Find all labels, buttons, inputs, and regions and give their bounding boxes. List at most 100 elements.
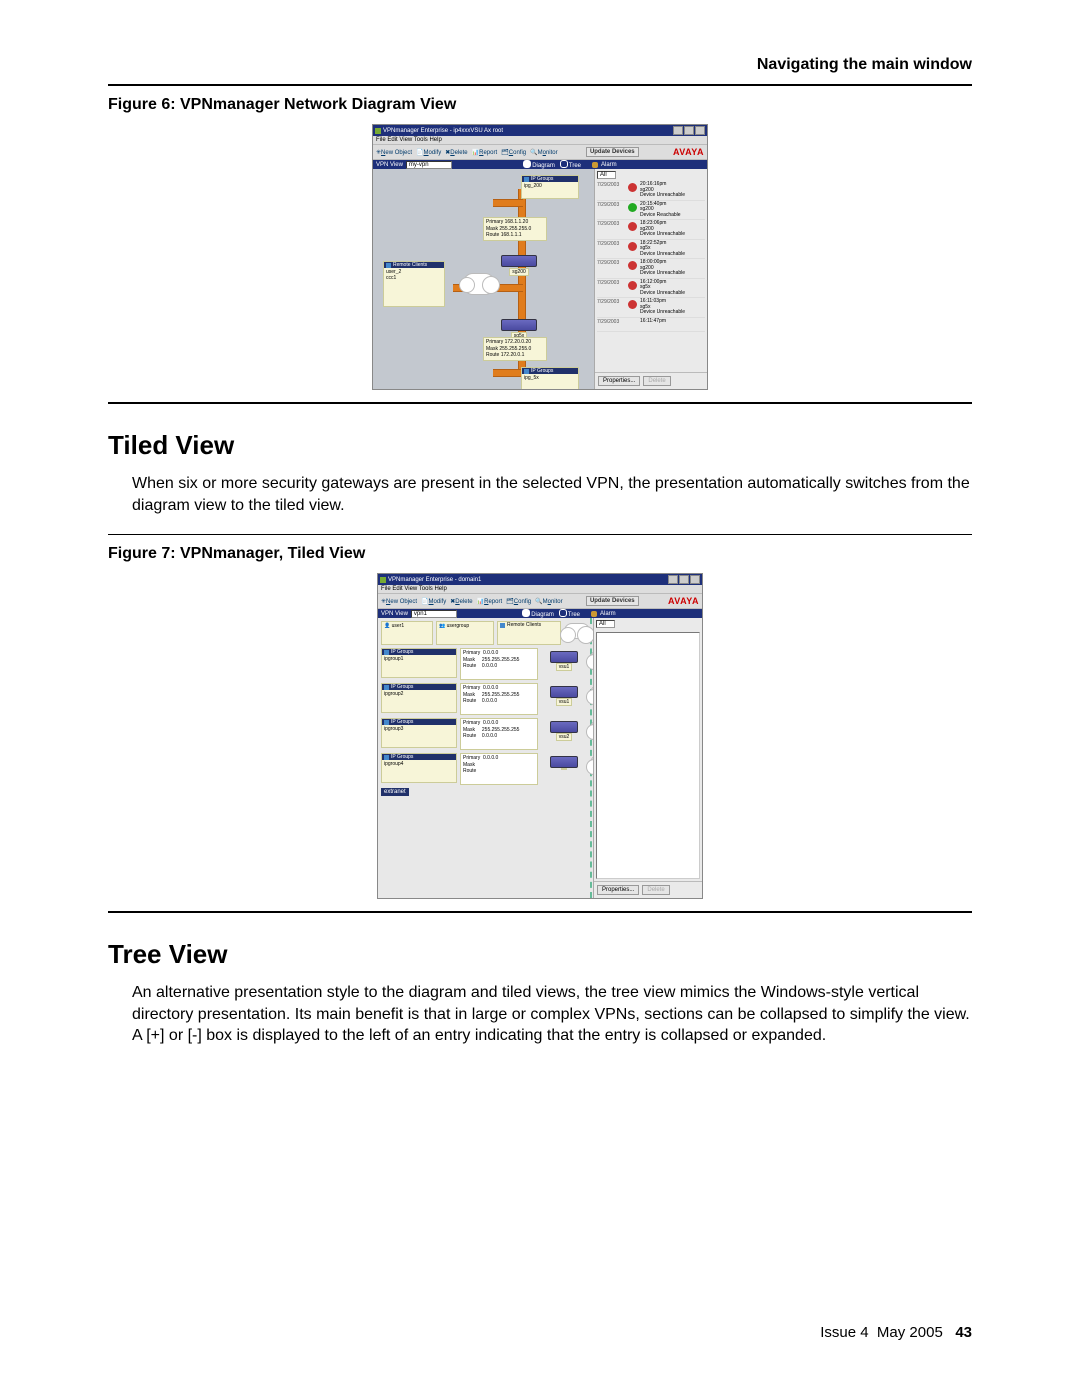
page-footer: Issue 4 May 2005 43 — [820, 1324, 972, 1341]
window-buttons[interactable] — [668, 575, 700, 584]
device-tile[interactable] — [541, 756, 587, 770]
alarm-delete-button: Delete — [643, 376, 670, 386]
properties-button[interactable]: Properties... — [597, 885, 639, 895]
modify-button[interactable]: 📄Modify — [421, 598, 446, 605]
diagram-radio[interactable]: Diagram — [522, 160, 555, 169]
alarm-filter[interactable]: All — [596, 620, 615, 628]
ip-group-details: Primary 0.0.0.0Mask Route — [460, 753, 538, 785]
device-tile[interactable]: vsu1 — [541, 686, 587, 706]
tile-row: IP Groupsipgroup2 Primary 0.0.0.0Mask 25… — [381, 683, 593, 715]
rule — [108, 911, 972, 913]
window-title: VPNmanager Enterprise - ip4xxxVSU Ax roo… — [383, 128, 503, 134]
usergroup-tile[interactable]: 👥 usergroup — [436, 621, 494, 645]
alarm-item[interactable]: 7/29/200318:22:52pmsg5xDevice Unreachabl… — [597, 240, 705, 260]
device-sg200[interactable]: sg200 — [501, 255, 537, 276]
config-button[interactable]: 🗂Config — [501, 149, 526, 156]
tiled-view-heading: Tiled View — [108, 430, 972, 461]
ip-group-tile[interactable]: IP Groupsipgroup4 — [381, 753, 457, 783]
user-tile[interactable]: 👤 user1 — [381, 621, 433, 645]
tile-row: 👤 user1 👥 usergroup Remote Clients — [381, 621, 593, 645]
rule — [108, 534, 972, 535]
report-button[interactable]: 📊Report — [477, 598, 503, 605]
device-tile[interactable]: vsu1 — [541, 651, 587, 671]
alarm-item[interactable]: 7/29/200320:16:16pmsg200Device Unreachab… — [597, 181, 705, 201]
alarm-filter[interactable]: All — [597, 171, 616, 179]
tree-radio[interactable]: Tree — [559, 160, 581, 169]
diagram-canvas[interactable]: Remote Clients user_2ccc1 Primary 168.1.… — [373, 169, 594, 389]
ip-groups-bottom[interactable]: IP Groups ipg_5x — [521, 367, 579, 389]
tree-radio[interactable]: Tree — [558, 609, 580, 618]
ip-group-tile[interactable]: IP Groupsipgroup2 — [381, 683, 457, 713]
alarm-list-empty — [596, 632, 700, 879]
app-icon — [375, 128, 381, 134]
alarm-panel: All Properties... Delete — [593, 618, 702, 898]
delete-button[interactable]: ✖Delete — [450, 598, 472, 605]
alarm-item[interactable]: 7/29/200316:11:03pmsg5xDevice Unreachabl… — [597, 298, 705, 318]
window-title: VPNmanager Enterprise - domain1 — [388, 577, 481, 583]
menu-bar[interactable]: File Edit View Tools Help — [378, 585, 702, 593]
delete-button[interactable]: ✖Delete — [445, 149, 467, 156]
diagram-radio[interactable]: Diagram — [521, 609, 554, 618]
alarm-delete-button: Delete — [642, 885, 669, 895]
window-buttons[interactable] — [673, 126, 705, 135]
avaya-logo: AVAYA — [668, 596, 699, 606]
ip-group-details: Primary 0.0.0.0Mask 255.255.255.255Route… — [460, 648, 538, 680]
alarm-item[interactable]: 7/29/200318:23:06pmsg200Device Unreachab… — [597, 220, 705, 240]
bell-icon — [591, 611, 597, 617]
cloud-icon — [590, 720, 593, 736]
ip-groups-top[interactable]: IP Groups ipg_200 — [521, 175, 579, 199]
remote-clients-panel[interactable]: Remote Clients user_2ccc1 — [383, 261, 445, 307]
update-devices-button[interactable]: Update Devices — [586, 147, 639, 157]
modify-button[interactable]: 📄Modify — [416, 149, 441, 156]
page-header: Navigating the main window — [108, 56, 972, 74]
monitor-button[interactable]: 🔍Monitor — [535, 598, 562, 605]
alarm-item[interactable]: 7/29/200316:11:47pm — [597, 318, 705, 332]
vpn-view-field[interactable]: my-vpn — [406, 161, 452, 169]
update-devices-button[interactable]: Update Devices — [586, 596, 639, 606]
cloud-icon — [590, 685, 593, 701]
cloud-icon — [590, 650, 593, 666]
figure-7-image: VPNmanager Enterprise - domain1 File Edi… — [108, 573, 972, 899]
alarm-item[interactable]: 7/29/200318:00:00pmsg200Device Unreachab… — [597, 259, 705, 279]
tile-row: IP Groupsipgroup1 Primary 0.0.0.0Mask 25… — [381, 648, 593, 680]
bell-icon — [592, 162, 598, 168]
toolbar: ✳New Object 📄Modify ✖Delete 📊Report 🗂Con… — [373, 144, 707, 160]
rule — [108, 402, 972, 404]
rule — [108, 84, 972, 86]
extranet-label: extranet — [381, 788, 409, 796]
tiled-view-paragraph: When six or more security gateways are p… — [132, 473, 972, 516]
window-titlebar: VPNmanager Enterprise - ip4xxxVSU Ax roo… — [373, 125, 707, 136]
alarm-header: Alarm — [588, 610, 702, 618]
tree-view-paragraph: An alternative presentation style to the… — [132, 982, 972, 1047]
alarm-panel: All 7/29/200320:16:16pmsg200Device Unrea… — [594, 169, 707, 389]
cloud-icon — [590, 755, 593, 771]
tree-view-heading: Tree View — [108, 939, 972, 970]
device-details-bottom: Primary 172.20.0.20Mask 255.255.255.0Rou… — [483, 337, 547, 361]
toolbar: ✳New Object 📄Modify ✖Delete 📊Report 🗂Con… — [378, 593, 702, 609]
menu-bar[interactable]: File Edit View Tools Help — [373, 136, 707, 144]
tiled-canvas[interactable]: 👤 user1 👥 usergroup Remote Clients IP Gr… — [378, 618, 593, 898]
device-details-top: Primary 168.1.1.20Mask 255.255.255.0Rout… — [483, 217, 547, 241]
ip-group-tile[interactable]: IP Groupsipgroup3 — [381, 718, 457, 748]
remote-clients-tile[interactable]: Remote Clients — [497, 621, 561, 645]
device-tile[interactable]: vsu2 — [541, 721, 587, 741]
tile-row: IP Groupsipgroup4 Primary 0.0.0.0Mask Ro… — [381, 753, 593, 785]
cloud-icon — [564, 623, 590, 639]
vpn-view-bar: VPN View vpn1 Diagram Tree Alarm — [378, 609, 702, 618]
cloud-icon — [463, 273, 495, 295]
figure-7-caption: Figure 7: VPNmanager, Tiled View — [108, 545, 972, 563]
alarm-header: Alarm — [589, 161, 707, 169]
vpn-view-field[interactable]: vpn1 — [411, 610, 457, 618]
vpn-view-bar: VPN View my-vpn Diagram Tree Alarm — [373, 160, 707, 169]
monitor-button[interactable]: 🔍Monitor — [530, 149, 557, 156]
alarm-item[interactable]: 7/29/200320:15:40pmsg200Device Reachable — [597, 201, 705, 221]
figure-6-image: VPNmanager Enterprise - ip4xxxVSU Ax roo… — [108, 124, 972, 390]
properties-button[interactable]: Properties... — [598, 376, 640, 386]
alarm-list[interactable]: 7/29/200320:16:16pmsg200Device Unreachab… — [595, 181, 707, 372]
config-button[interactable]: 🗂Config — [506, 598, 531, 605]
new-object-button[interactable]: ✳New Object — [376, 149, 412, 156]
new-object-button[interactable]: ✳New Object — [381, 598, 417, 605]
ip-group-tile[interactable]: IP Groupsipgroup1 — [381, 648, 457, 678]
report-button[interactable]: 📊Report — [472, 149, 498, 156]
alarm-item[interactable]: 7/29/200316:12:00pmsg5xDevice Unreachabl… — [597, 279, 705, 299]
